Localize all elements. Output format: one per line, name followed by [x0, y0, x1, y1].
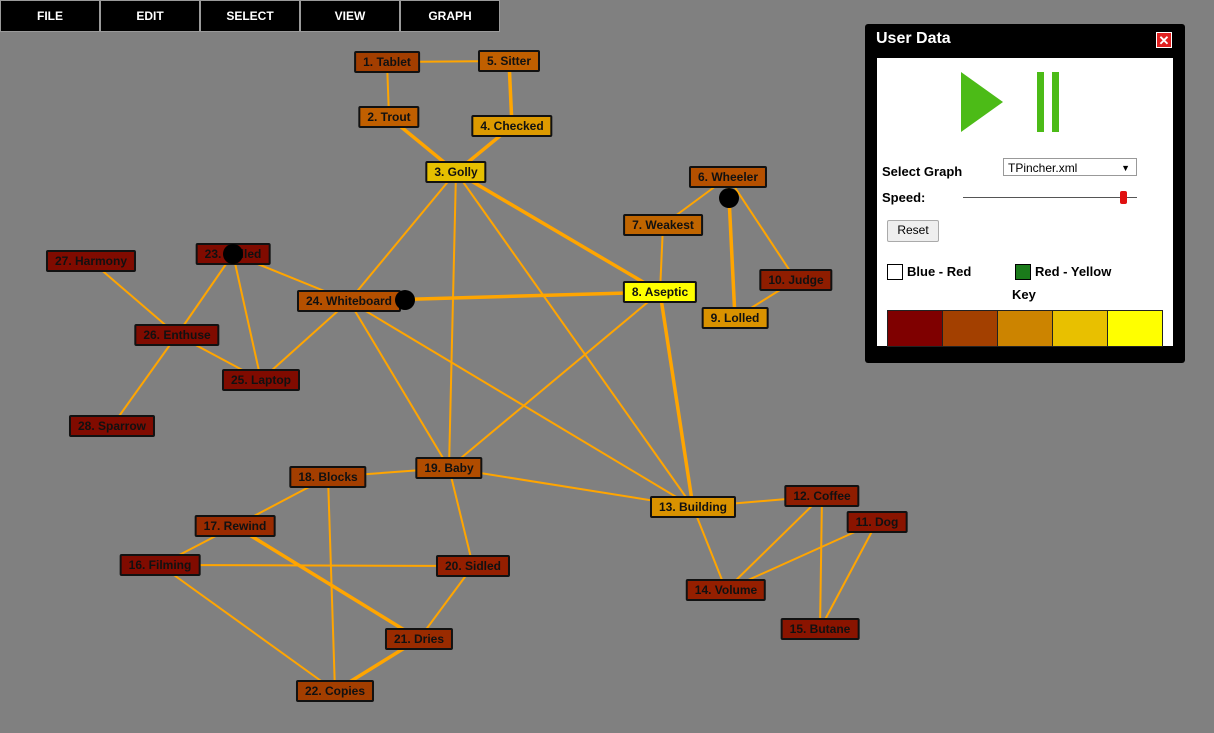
- graph-edge: [159, 564, 336, 692]
- key-swatch: [998, 311, 1053, 346]
- graph-node[interactable]: 14. Volume: [685, 579, 767, 601]
- traversal-token: [223, 244, 243, 264]
- traversal-token: [395, 290, 415, 310]
- graph-edge: [348, 171, 457, 302]
- red-yellow-checkbox[interactable]: [1015, 264, 1031, 280]
- graph-edge: [819, 521, 878, 630]
- graph-edge: [348, 300, 450, 469]
- graph-node[interactable]: 15. Butane: [780, 618, 860, 640]
- graph-node[interactable]: 1. Tablet: [354, 51, 420, 73]
- panel-body: Select Graph TPincher.xml ▼ Speed: Reset…: [877, 58, 1173, 347]
- graph-node[interactable]: 26. Enthuse: [134, 324, 220, 346]
- graph-edge: [448, 467, 474, 567]
- user-data-panel: User Data ✕ Select Graph TPincher.xml ▼ …: [865, 24, 1185, 363]
- graph-node[interactable]: 21. Dries: [384, 628, 454, 650]
- reset-button[interactable]: Reset: [887, 220, 939, 242]
- graph-node[interactable]: 6. Wheeler: [688, 166, 768, 188]
- graph-node[interactable]: 27. Harmony: [45, 250, 137, 272]
- graph-node[interactable]: 20. Sidled: [435, 555, 511, 577]
- graph-edge: [658, 291, 695, 508]
- graph-edge: [111, 334, 178, 427]
- graph-edge: [725, 495, 823, 591]
- play-icon[interactable]: [961, 72, 1003, 132]
- graph-node[interactable]: 11. Dog: [846, 511, 908, 533]
- graph-node[interactable]: 24. Whiteboard: [296, 290, 402, 312]
- key-swatch: [1053, 311, 1108, 346]
- graph-node[interactable]: 28. Sparrow: [68, 415, 156, 437]
- speed-slider[interactable]: [963, 197, 1137, 198]
- speed-slider-thumb[interactable]: [1120, 191, 1128, 204]
- graph-node[interactable]: 25. Laptop: [221, 369, 301, 391]
- graph-edge: [819, 495, 823, 630]
- graph-edge: [176, 253, 234, 336]
- select-graph-label: Select Graph: [882, 164, 963, 179]
- blue-red-checkbox[interactable]: [887, 264, 903, 280]
- dropdown-arrow-icon: ▼: [1121, 163, 1130, 173]
- graph-node[interactable]: 18. Blocks: [289, 466, 367, 488]
- key-label: Key: [1012, 287, 1036, 302]
- graph-node[interactable]: 19. Baby: [415, 457, 483, 479]
- key-swatch: [943, 311, 998, 346]
- graph-select[interactable]: TPincher.xml ▼: [1003, 158, 1137, 176]
- red-yellow-label: Red - Yellow: [1035, 264, 1112, 279]
- graph-node[interactable]: 7. Weakest: [623, 214, 703, 236]
- traversal-token: [719, 188, 739, 208]
- graph-node[interactable]: 9. Lolled: [701, 307, 769, 329]
- graph-edge: [159, 564, 474, 567]
- pause-icon[interactable]: [1037, 72, 1061, 132]
- graph-node[interactable]: 16. Filming: [119, 554, 201, 576]
- graph-select-value: TPincher.xml: [1008, 161, 1078, 175]
- graph-edge: [727, 176, 797, 281]
- graph-node[interactable]: 17. Rewind: [194, 515, 276, 537]
- graph-edge: [234, 524, 420, 641]
- color-key: [887, 310, 1163, 347]
- key-swatch: [1108, 311, 1162, 346]
- graph-node[interactable]: 5. Sitter: [477, 50, 541, 72]
- graph-node[interactable]: 8. Aseptic: [622, 281, 698, 303]
- graph-node[interactable]: 22. Copies: [295, 680, 375, 702]
- panel-title: User Data: [876, 30, 951, 47]
- graph-node[interactable]: 13. Building: [649, 496, 737, 518]
- blue-red-label: Blue - Red: [907, 264, 972, 279]
- close-icon[interactable]: ✕: [1156, 32, 1172, 48]
- speed-label: Speed:: [882, 190, 926, 205]
- graph-edge: [348, 300, 694, 508]
- graph-edge: [692, 506, 727, 591]
- graph-node[interactable]: 2. Trout: [358, 106, 420, 128]
- graph-edge: [232, 253, 262, 381]
- key-swatch: [888, 311, 943, 346]
- graph-node[interactable]: 4. Checked: [471, 115, 553, 137]
- graph-node[interactable]: 10. Judge: [759, 269, 833, 291]
- graph-node[interactable]: 12. Coffee: [784, 485, 860, 507]
- graph-edge: [448, 171, 457, 469]
- graph-node[interactable]: 3. Golly: [425, 161, 487, 183]
